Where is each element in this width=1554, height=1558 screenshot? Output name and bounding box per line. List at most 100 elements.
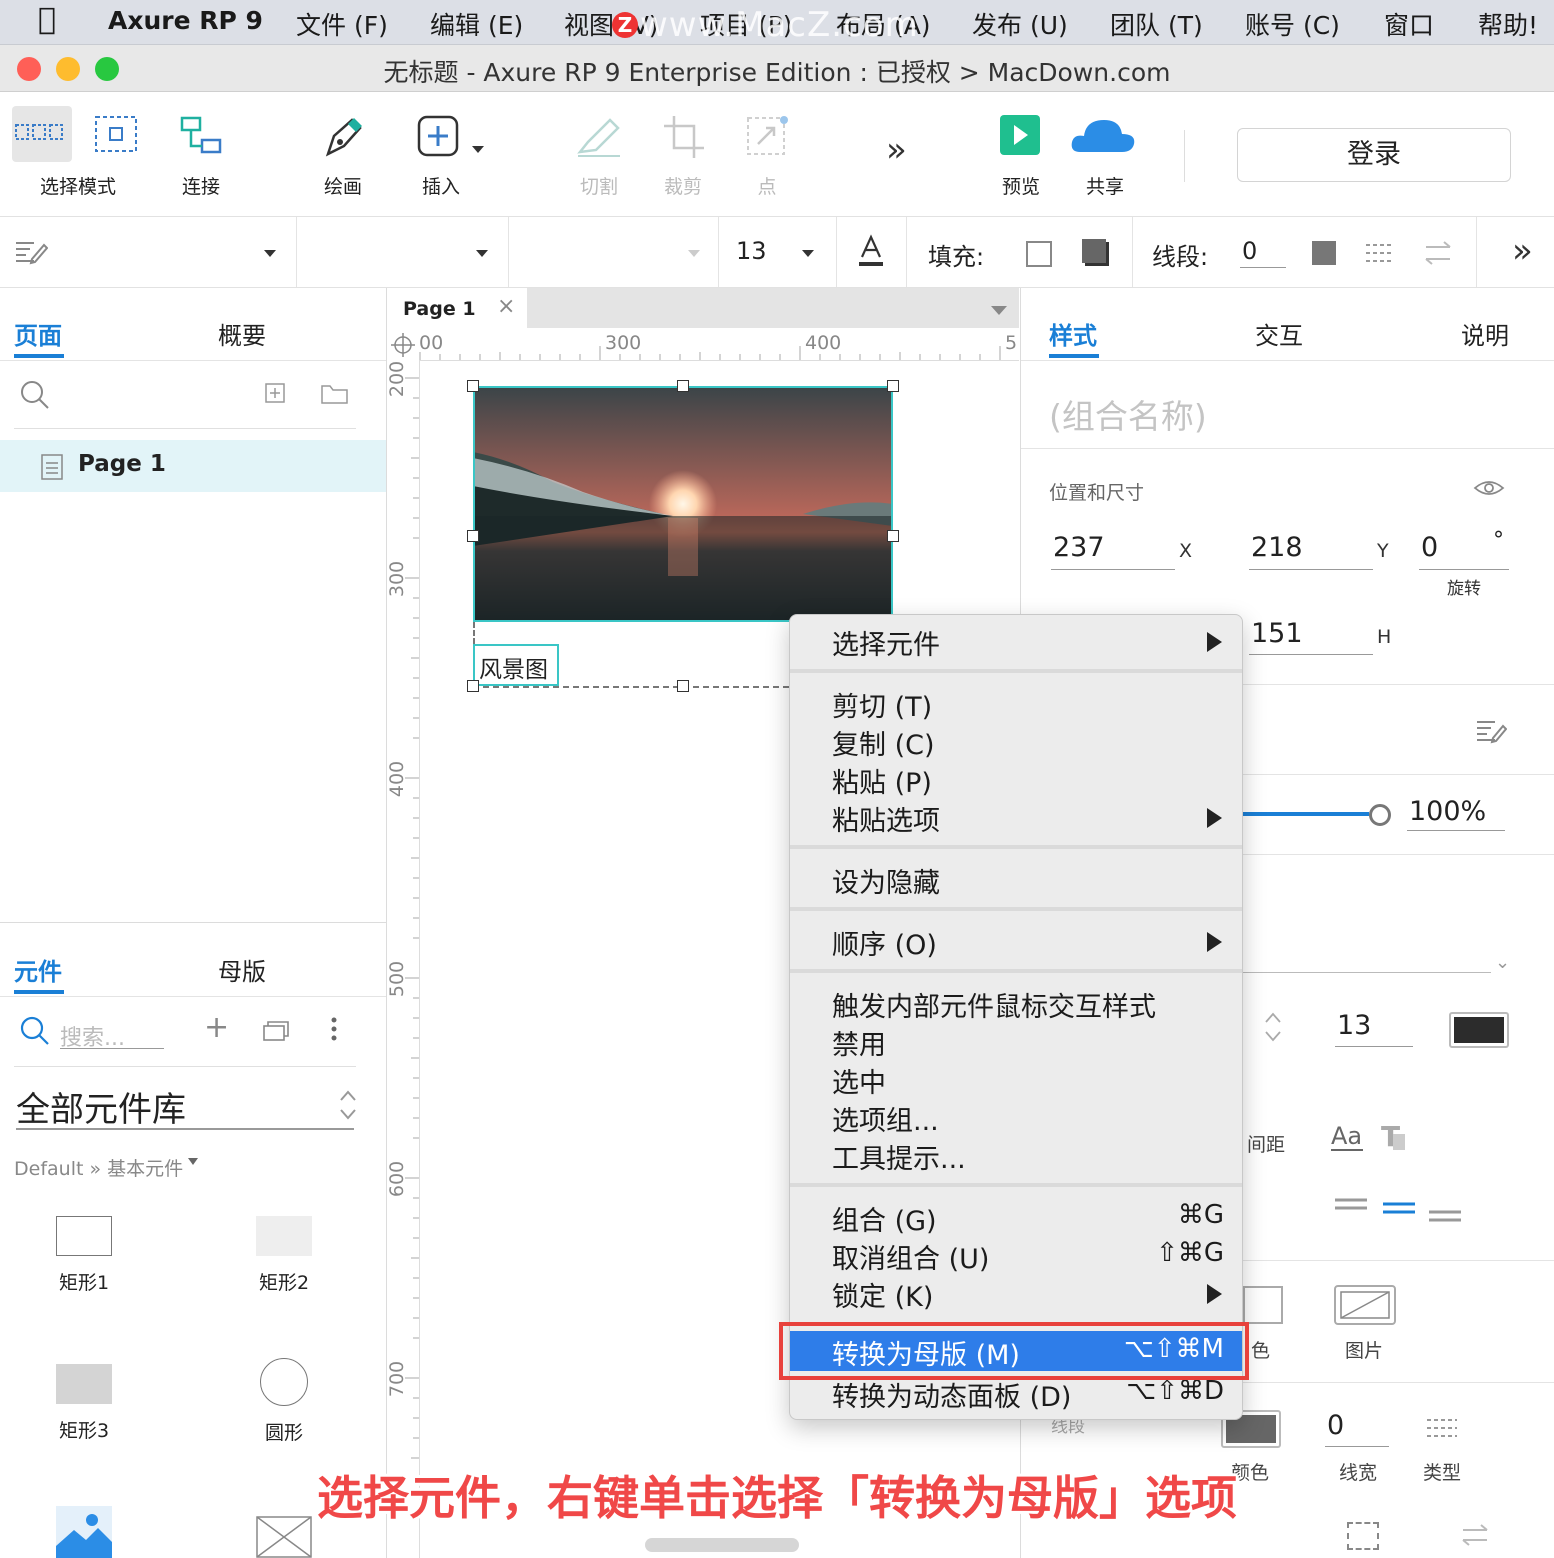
font-family-chevron-icon[interactable]: [476, 250, 488, 257]
draw-button[interactable]: 绘画: [288, 92, 398, 216]
toolbar-overflow-chevron-icon[interactable]: »: [886, 130, 907, 170]
menu-edit[interactable]: 编辑 (E): [430, 6, 523, 42]
resize-handle[interactable]: [467, 380, 479, 392]
tabs-overflow-chevron-icon[interactable]: [991, 306, 1007, 315]
menu-item-cut[interactable]: 剪切 (T): [832, 685, 932, 724]
page-search-icon[interactable]: [18, 378, 52, 412]
login-button[interactable]: 登录: [1237, 128, 1511, 182]
font-size-field[interactable]: 13: [1337, 1010, 1371, 1041]
menu-item-select-widget[interactable]: 选择元件: [832, 623, 940, 662]
library-selector-chevron-icon[interactable]: [338, 1088, 358, 1122]
widget-rectangle-1[interactable]: 矩形1: [14, 1216, 154, 1295]
tab-style[interactable]: 样式: [1049, 316, 1097, 351]
font-size-field[interactable]: 13: [736, 237, 767, 265]
menu-item-disable[interactable]: 禁用: [832, 1023, 886, 1062]
add-folder-icon[interactable]: [320, 382, 350, 406]
resize-handle[interactable]: [677, 680, 689, 692]
widget-rectangle-3[interactable]: 矩形3: [14, 1364, 154, 1443]
menu-item-paste[interactable]: 粘贴 (P): [832, 761, 932, 800]
stroke-pattern-icon[interactable]: [1364, 239, 1396, 267]
library-manage-icon[interactable]: [262, 1018, 292, 1042]
menu-app-name[interactable]: Axure RP 9: [108, 6, 263, 35]
horizontal-scrollbar[interactable]: [645, 1538, 799, 1552]
group-name-input[interactable]: (组合名称): [1049, 390, 1207, 438]
h-field[interactable]: 151: [1251, 618, 1303, 649]
breadcrumb-chevron-icon[interactable]: [188, 1158, 198, 1165]
tab-pages[interactable]: 页面: [14, 316, 62, 351]
tab-masters[interactable]: 母版: [218, 952, 266, 987]
menu-window[interactable]: 窗口: [1384, 6, 1434, 42]
insert-button[interactable]: 插入: [386, 92, 496, 216]
tab-outline[interactable]: 概要: [218, 316, 266, 351]
page-list-item[interactable]: Page 1: [0, 440, 386, 492]
stroke-width-field[interactable]: 0: [1327, 1410, 1344, 1441]
y-field[interactable]: 218: [1251, 532, 1303, 563]
line-spacing-icons[interactable]: [1331, 1194, 1461, 1222]
menu-help[interactable]: 帮助!: [1478, 6, 1538, 42]
style-dropdown-chevron-icon[interactable]: [264, 250, 276, 257]
stroke-color-swatch[interactable]: [1312, 241, 1336, 265]
resize-handle[interactable]: [887, 380, 899, 392]
style-edit-icon[interactable]: [1475, 716, 1507, 744]
opacity-slider-thumb[interactable]: [1369, 804, 1391, 826]
stroke-width-field[interactable]: 0: [1242, 237, 1257, 265]
menu-item-tooltip[interactable]: 工具提示...: [832, 1137, 966, 1176]
library-selector[interactable]: 全部元件库: [16, 1082, 186, 1131]
text-style-icons[interactable]: Aa T: [1329, 1120, 1425, 1154]
menu-item-copy[interactable]: 复制 (C): [832, 723, 935, 762]
menu-item-paste-options[interactable]: 粘贴选项: [832, 799, 940, 838]
formatbar-overflow-chevron-icon[interactable]: »: [1512, 231, 1533, 271]
share-button[interactable]: 共享: [1050, 92, 1160, 216]
point-button[interactable]: 点: [712, 92, 822, 216]
visibility-eye-icon[interactable]: [1473, 476, 1505, 500]
tab-notes[interactable]: 说明: [1461, 316, 1509, 351]
menu-account[interactable]: 账号 (C): [1245, 6, 1340, 42]
widget-search-icon[interactable]: [18, 1014, 52, 1048]
font-color-icon[interactable]: [856, 233, 886, 269]
menu-item-order[interactable]: 顺序 (O): [832, 923, 937, 962]
menu-item-ungroup[interactable]: 取消组合 (U): [832, 1237, 989, 1276]
opacity-field[interactable]: 100%: [1409, 796, 1486, 827]
tab-interactions[interactable]: 交互: [1255, 316, 1303, 351]
menu-item-trigger-styles[interactable]: 触发内部元件鼠标交互样式: [832, 985, 1156, 1024]
menu-item-option-group[interactable]: 选项组...: [832, 1099, 939, 1138]
widget-rectangle-2[interactable]: 矩形2: [214, 1216, 354, 1295]
fill-shadow-swatch[interactable]: [1082, 239, 1106, 263]
tab-page-1[interactable]: Page 1 ×: [387, 288, 527, 328]
menu-item-lock[interactable]: 锁定 (K): [832, 1275, 933, 1314]
fill-image-button[interactable]: [1333, 1284, 1397, 1326]
menu-file[interactable]: 文件 (F): [296, 6, 388, 42]
apple-icon[interactable]: : [38, 2, 56, 37]
font-weight-stepper-icon[interactable]: [1263, 1010, 1283, 1044]
add-library-icon[interactable]: +: [204, 1010, 229, 1045]
resize-handle[interactable]: [887, 530, 899, 542]
text-color-swatch[interactable]: [1449, 1012, 1509, 1048]
menu-publish[interactable]: 发布 (U): [972, 6, 1068, 42]
resize-handle[interactable]: [677, 380, 689, 392]
menu-item-selected[interactable]: 选中: [832, 1061, 886, 1100]
fill-color-button[interactable]: [1243, 1286, 1283, 1324]
x-field[interactable]: 237: [1053, 532, 1105, 563]
widget-circle[interactable]: 圆形: [214, 1358, 354, 1445]
image-label-box[interactable]: 风景图: [473, 644, 559, 686]
resize-handle[interactable]: [467, 680, 479, 692]
menu-item-convert-to-dynamic-panel[interactable]: 转换为动态面板 (D): [832, 1375, 1071, 1414]
menu-item-group[interactable]: 组合 (G): [832, 1199, 937, 1238]
stroke-type-icon[interactable]: [1425, 1416, 1459, 1442]
font-weight-chevron-icon[interactable]: [688, 250, 700, 257]
add-page-icon[interactable]: [264, 382, 288, 406]
rotation-field[interactable]: 0: [1421, 532, 1438, 563]
resize-handle[interactable]: [467, 530, 479, 542]
font-dropdown-chevron-icon[interactable]: ⌄: [1495, 952, 1510, 973]
tab-widgets[interactable]: 元件: [14, 952, 62, 987]
select-mode-button[interactable]: 选择模式: [0, 92, 156, 216]
close-tab-icon[interactable]: ×: [497, 294, 515, 319]
menu-item-set-hidden[interactable]: 设为隐藏: [832, 861, 940, 900]
more-options-icon[interactable]: [328, 1016, 340, 1044]
connect-button[interactable]: 连接: [146, 92, 256, 216]
style-edit-icon[interactable]: [14, 237, 48, 267]
arrow-style-icon[interactable]: [1422, 239, 1454, 267]
menu-team[interactable]: 团队 (T): [1110, 6, 1203, 42]
font-size-chevron-icon[interactable]: [802, 250, 814, 257]
library-breadcrumb[interactable]: Default » 基本元件: [14, 1154, 183, 1181]
